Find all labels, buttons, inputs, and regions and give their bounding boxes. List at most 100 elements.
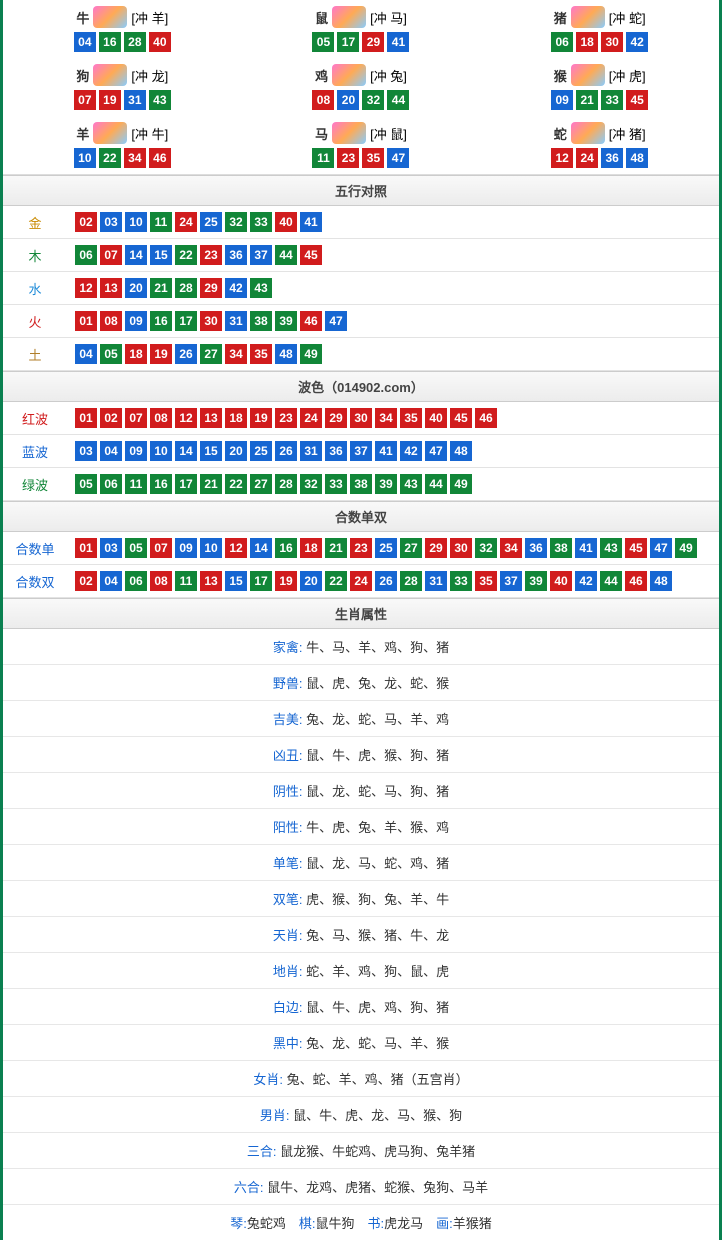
number-ball: 48 <box>450 441 472 461</box>
attr-row: 地肖: 蛇、羊、鸡、狗、鼠、虎 <box>3 953 719 989</box>
number-ball: 08 <box>150 571 172 591</box>
number-ball: 18 <box>576 32 598 52</box>
number-ball: 02 <box>75 212 97 232</box>
number-ball: 21 <box>576 90 598 110</box>
number-ball: 09 <box>125 441 147 461</box>
number-ball: 03 <box>75 441 97 461</box>
zodiac-name: 羊 <box>76 124 89 143</box>
number-ball: 24 <box>175 212 197 232</box>
attr-value: 牛、马、羊、鸡、狗、猪 <box>306 640 449 655</box>
zodiac-icon <box>571 122 605 144</box>
number-ball: 01 <box>75 538 97 558</box>
table-row: 合数双0204060811131517192022242628313335373… <box>3 565 719 598</box>
attributes-list: 家禽: 牛、马、羊、鸡、狗、猪野兽: 鼠、虎、兔、龙、蛇、猴吉美: 兔、龙、蛇、… <box>3 629 719 1205</box>
zodiac-cell: 鸡[冲 兔]08203244 <box>242 58 481 116</box>
number-ball: 14 <box>175 441 197 461</box>
attr-label: 天肖: <box>273 928 306 943</box>
row-key: 蓝波 <box>3 435 67 468</box>
number-ball: 17 <box>175 474 197 494</box>
number-ball: 09 <box>175 538 197 558</box>
number-ball: 27 <box>400 538 422 558</box>
number-ball: 26 <box>275 441 297 461</box>
number-ball: 10 <box>150 441 172 461</box>
number-ball: 07 <box>74 90 96 110</box>
number-ball: 15 <box>225 571 247 591</box>
attr-row: 野兽: 鼠、虎、兔、龙、蛇、猴 <box>3 665 719 701</box>
number-ball: 42 <box>626 32 648 52</box>
bose-header: 波色（014902.com） <box>3 371 719 402</box>
attr-value: 兔、龙、蛇、马、羊、鸡 <box>306 712 449 727</box>
number-ball: 10 <box>200 538 222 558</box>
number-ball: 46 <box>300 311 322 331</box>
number-ball: 38 <box>350 474 372 494</box>
number-ball: 04 <box>75 344 97 364</box>
number-ball: 13 <box>100 278 122 298</box>
zodiac-chong: [冲 虎] <box>609 66 646 85</box>
number-ball: 18 <box>225 408 247 428</box>
number-ball: 06 <box>75 245 97 265</box>
number-ball: 16 <box>275 538 297 558</box>
zodiac-chong: [冲 猪] <box>609 124 646 143</box>
table-row: 红波0102070812131819232429303435404546 <box>3 402 719 435</box>
number-ball: 19 <box>250 408 272 428</box>
heshu-table: 合数单0103050709101214161821232527293032343… <box>3 532 719 598</box>
zodiac-chong: [冲 马] <box>370 8 407 27</box>
number-ball: 34 <box>225 344 247 364</box>
number-ball: 23 <box>275 408 297 428</box>
number-ball: 15 <box>150 245 172 265</box>
number-ball: 38 <box>550 538 572 558</box>
number-ball: 12 <box>175 408 197 428</box>
attr-row: 凶丑: 鼠、牛、虎、猴、狗、猪 <box>3 737 719 773</box>
number-ball: 37 <box>250 245 272 265</box>
zodiac-cell: 猪[冲 蛇]06183042 <box>480 0 719 58</box>
row-nums: 05061116172122272832333839434449 <box>67 468 719 501</box>
attr-value: 蛇、羊、鸡、狗、鼠、虎 <box>306 964 449 979</box>
table-row: 土04051819262734354849 <box>3 338 719 371</box>
number-ball: 33 <box>250 212 272 232</box>
number-ball: 09 <box>125 311 147 331</box>
number-ball: 26 <box>375 571 397 591</box>
number-ball: 12 <box>75 278 97 298</box>
zodiac-icon <box>93 64 127 86</box>
number-ball: 17 <box>175 311 197 331</box>
attr-value: 鼠、龙、蛇、马、狗、猪 <box>306 784 449 799</box>
number-ball: 01 <box>75 311 97 331</box>
number-ball: 02 <box>100 408 122 428</box>
number-ball: 03 <box>100 212 122 232</box>
zodiac-cell: 猴[冲 虎]09213345 <box>480 58 719 116</box>
number-ball: 32 <box>225 212 247 232</box>
number-ball: 19 <box>275 571 297 591</box>
zodiac-name: 鼠 <box>315 8 328 27</box>
number-ball: 32 <box>475 538 497 558</box>
number-ball: 29 <box>362 32 384 52</box>
table-row: 木06071415222336374445 <box>3 239 719 272</box>
number-ball: 33 <box>325 474 347 494</box>
number-ball: 28 <box>275 474 297 494</box>
number-ball: 36 <box>601 148 623 168</box>
footer-label: 画: <box>436 1216 453 1231</box>
number-ball: 46 <box>149 148 171 168</box>
attr-value: 兔、龙、蛇、马、羊、猴 <box>306 1036 449 1051</box>
zodiac-icon <box>571 64 605 86</box>
number-ball: 07 <box>100 245 122 265</box>
zodiac-chong: [冲 蛇] <box>609 8 646 27</box>
number-ball: 39 <box>375 474 397 494</box>
zodiac-icon <box>93 6 127 28</box>
number-ball: 44 <box>425 474 447 494</box>
zodiac-name: 猪 <box>554 8 567 27</box>
footer-value: 虎龙马 <box>384 1216 423 1231</box>
row-key: 合数双 <box>3 565 67 598</box>
number-ball: 41 <box>375 441 397 461</box>
wuxing-table: 金02031011242532334041木060714152223363744… <box>3 206 719 371</box>
number-ball: 40 <box>425 408 447 428</box>
attr-row: 天肖: 兔、马、猴、猪、牛、龙 <box>3 917 719 953</box>
number-ball: 30 <box>200 311 222 331</box>
number-ball: 46 <box>475 408 497 428</box>
number-ball: 42 <box>575 571 597 591</box>
number-ball: 32 <box>300 474 322 494</box>
number-ball: 19 <box>150 344 172 364</box>
row-nums: 0204060811131517192022242628313335373940… <box>67 565 719 598</box>
zodiac-cell: 羊[冲 牛]10223446 <box>3 116 242 174</box>
number-ball: 20 <box>125 278 147 298</box>
zodiac-icon <box>332 6 366 28</box>
